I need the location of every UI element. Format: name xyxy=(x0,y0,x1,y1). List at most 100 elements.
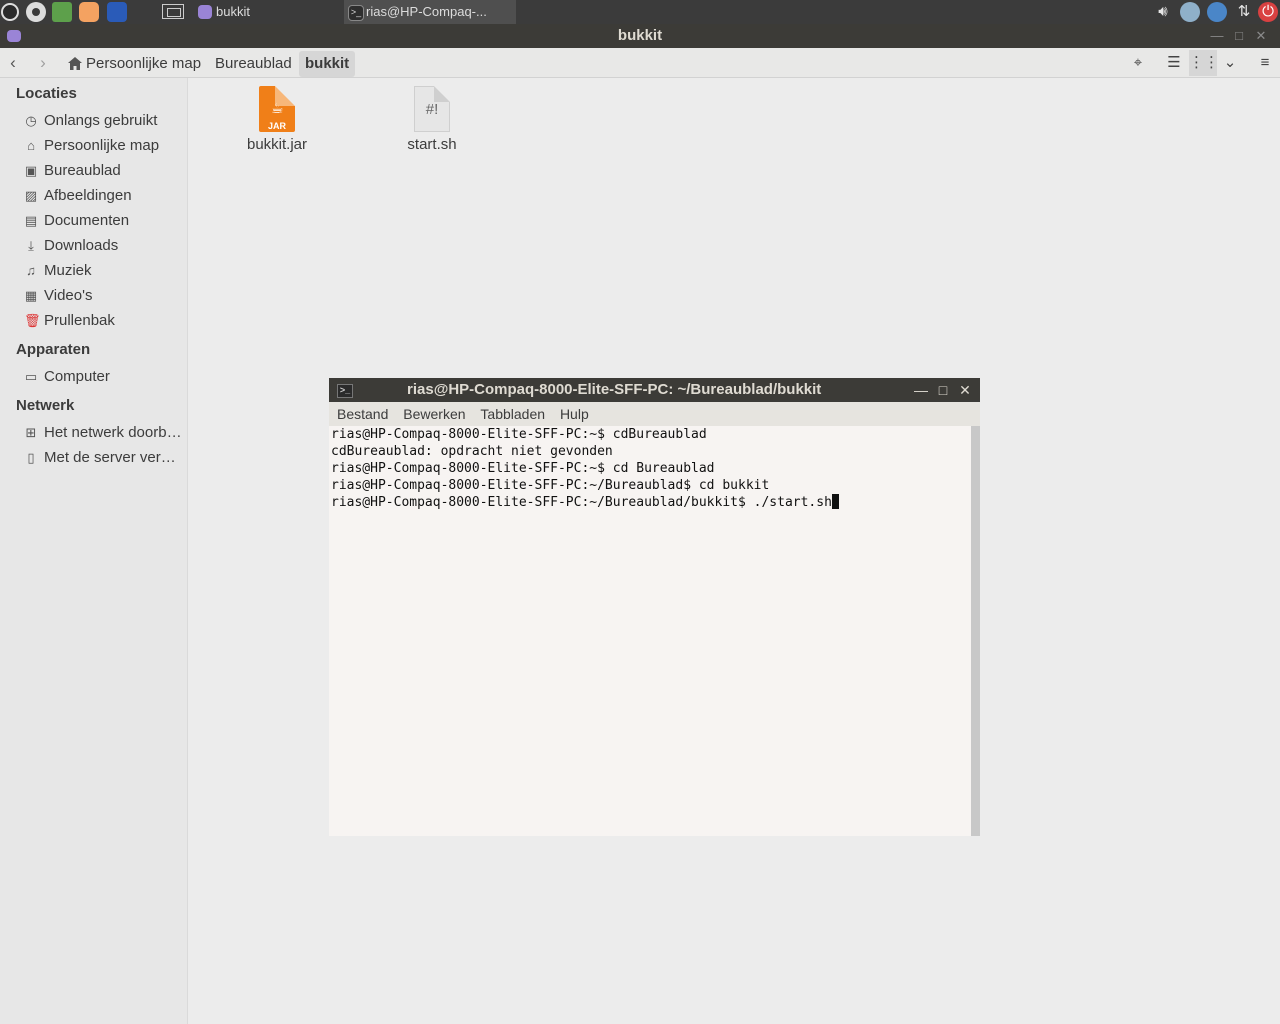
terminal-line: rias@HP-Compaq-8000-Elite-SFF-PC:~/Burea… xyxy=(331,478,770,493)
sidebar-item-label: Persoonlijke map xyxy=(44,137,160,154)
terminal-title: rias@HP-Compaq-8000-Elite-SFF-PC: ~/Bure… xyxy=(407,381,822,398)
minimize-button[interactable]: — xyxy=(1206,24,1228,48)
video-icon: ▦ xyxy=(24,288,38,303)
file-name: start.sh xyxy=(407,136,457,153)
close-button[interactable]: ✕ xyxy=(1250,24,1272,48)
file-badge: #! xyxy=(425,101,439,118)
hamburger-menu-icon[interactable]: ≡ xyxy=(1251,50,1279,76)
transfer-icon[interactable]: ⇅ xyxy=(1233,2,1255,22)
sidebar-heading-locaties: Locaties xyxy=(16,85,77,102)
taskbar-item-bukkit[interactable]: bukkit xyxy=(194,0,356,24)
files-app-icon xyxy=(7,30,21,42)
network-status-icon[interactable] xyxy=(1207,2,1227,22)
terminal-titlebar: >_ rias@HP-Compaq-8000-Elite-SFF-PC: ~/B… xyxy=(329,378,980,402)
sidebar-item-label: Afbeeldingen xyxy=(44,187,132,204)
terminal-line: cdBureaublad: opdracht niet gevonden xyxy=(331,444,613,459)
text-cursor xyxy=(831,494,839,509)
ubuntu-logo-icon[interactable] xyxy=(1,3,19,21)
breadcrumb-label: Bureaublad xyxy=(215,55,292,72)
menu-hulp[interactable]: Hulp xyxy=(560,402,589,426)
sidebar-heading-apparaten: Apparaten xyxy=(16,341,91,358)
maximize-button[interactable]: □ xyxy=(1228,24,1250,48)
window-title: bukkit xyxy=(617,27,663,44)
script-file-icon: #! xyxy=(414,86,450,132)
terminal-prompt-line: rias@HP-Compaq-8000-Elite-SFF-PC:~/Burea… xyxy=(329,494,971,511)
desktop-icon: ▣ xyxy=(24,163,38,178)
top-panel: bukkit >_ rias@HP-Compaq-... 🔊︎ ⇅ ⏻ xyxy=(0,0,1280,24)
terminal-scrollbar[interactable] xyxy=(971,426,980,836)
maximize-button[interactable]: □ xyxy=(932,378,954,402)
music-icon: ♫ xyxy=(26,263,36,278)
sidebar-item-label: Prullenbak xyxy=(44,312,115,329)
files-icon xyxy=(198,5,212,19)
window-titlebar: bukkit — □ ✕ xyxy=(0,24,1280,48)
sidebar: Locaties ◷ Onlangs gebruikt ⌂ Persoonlij… xyxy=(0,78,188,1024)
sidebar-item-browse-network[interactable]: ⊞ Het netwerk doorbladeren xyxy=(22,422,184,444)
chevron-down-icon[interactable]: ⌄ xyxy=(1216,50,1244,76)
sidebar-item-label: Met de server verbinden xyxy=(44,449,184,466)
file-badge: JAR xyxy=(267,121,286,131)
sidebar-heading-netwerk: Netwerk xyxy=(16,397,75,414)
java-cup-icon: ☕︎ xyxy=(271,100,284,116)
sidebar-item-documents[interactable]: ▤ Documenten xyxy=(22,210,184,232)
terminal-controls: — □ ✕ xyxy=(910,378,976,403)
sidebar-item-label: Bureaublad xyxy=(44,162,121,179)
grid-view-icon[interactable]: ⋮⋮ xyxy=(1189,50,1219,76)
sidebar-item-label: Het netwerk doorbladeren xyxy=(44,424,184,441)
breadcrumb-bukkit[interactable]: bukkit xyxy=(299,51,356,77)
taskbar-item-label: rias@HP-Compaq-... xyxy=(366,4,487,19)
file-item-bukkit-jar[interactable]: ☕︎ JAR bukkit.jar xyxy=(222,86,332,153)
jar-file-icon: ☕︎ JAR xyxy=(259,86,295,132)
sidebar-item-music[interactable]: ♫ Muziek xyxy=(22,260,184,282)
sidebar-item-pictures[interactable]: ▨ Afbeeldingen xyxy=(22,185,184,207)
sidebar-item-home[interactable]: ⌂ Persoonlijke map xyxy=(22,135,184,157)
breadcrumb-bureaublad[interactable]: Bureaublad xyxy=(209,51,298,77)
sidebar-item-downloads[interactable]: ⤓ Downloads xyxy=(22,235,184,257)
minimize-button[interactable]: — xyxy=(910,378,932,402)
terminal-line: rias@HP-Compaq-8000-Elite-SFF-PC:~/Burea… xyxy=(331,495,832,510)
sidebar-item-label: Downloads xyxy=(44,237,119,254)
location-icon[interactable]: ⌖ xyxy=(1124,50,1152,76)
server-icon: ▯ xyxy=(27,450,35,465)
volume-icon[interactable]: 🔊︎ xyxy=(1152,2,1174,22)
home-icon xyxy=(68,57,82,70)
sidebar-item-recent[interactable]: ◷ Onlangs gebruikt xyxy=(22,110,184,132)
sidebar-item-label: Video's xyxy=(44,287,93,304)
terminal-output[interactable]: rias@HP-Compaq-8000-Elite-SFF-PC:~$ cdBu… xyxy=(329,426,971,836)
window-controls: — □ ✕ xyxy=(1206,24,1272,48)
list-view-icon[interactable]: ☰ xyxy=(1160,50,1188,76)
forward-button[interactable]: › xyxy=(32,53,54,73)
sidebar-item-desktop[interactable]: ▣ Bureaublad xyxy=(22,160,184,182)
file-item-start-sh[interactable]: #! start.sh xyxy=(377,86,487,153)
terminal-line: rias@HP-Compaq-8000-Elite-SFF-PC:~$ cd B… xyxy=(331,461,715,476)
close-button[interactable]: ✕ xyxy=(954,378,976,402)
breadcrumb-home[interactable]: Persoonlijke map xyxy=(64,51,207,77)
breadcrumb-label: Persoonlijke map xyxy=(86,55,202,72)
sidebar-item-computer[interactable]: ▭ Computer xyxy=(22,366,184,388)
terminal-icon: >_ xyxy=(348,5,364,21)
menu-bestand[interactable]: Bestand xyxy=(337,402,388,426)
taskbar-item-terminal[interactable]: >_ rias@HP-Compaq-... xyxy=(344,0,516,24)
sidebar-item-label: Onlangs gebruikt xyxy=(44,112,158,129)
terminal-line: rias@HP-Compaq-8000-Elite-SFF-PC:~$ cdBu… xyxy=(331,427,707,442)
terminal-menubar: Bestand Bewerken Tabbladen Hulp xyxy=(329,402,980,426)
power-icon[interactable]: ⏻ xyxy=(1258,2,1278,22)
files-icon[interactable] xyxy=(79,2,99,22)
sidebar-item-connect-server[interactable]: ▯ Met de server verbinden xyxy=(22,447,184,469)
chrome-icon[interactable] xyxy=(26,2,46,22)
clock-icon: ◷ xyxy=(25,113,37,128)
sidebar-item-trash[interactable]: 🗑︎ Prullenbak xyxy=(22,310,184,332)
show-desktop-icon[interactable] xyxy=(162,4,184,19)
sidebar-item-videos[interactable]: ▦ Video's xyxy=(22,285,184,307)
toolbar: ‹ › Persoonlijke map Bureaublad bukkit ⌖… xyxy=(0,48,1280,78)
menu-tabbladen[interactable]: Tabbladen xyxy=(480,402,545,426)
minecraft-creeper-icon[interactable] xyxy=(52,2,72,22)
sidebar-item-label: Documenten xyxy=(44,212,130,229)
window-icon[interactable] xyxy=(107,2,127,22)
pidgin-icon[interactable] xyxy=(1180,2,1200,22)
menu-bewerken[interactable]: Bewerken xyxy=(403,402,465,426)
home-icon: ⌂ xyxy=(27,138,35,153)
breadcrumb-label: bukkit xyxy=(305,55,350,72)
sidebar-item-label: Computer xyxy=(44,368,110,385)
back-button[interactable]: ‹ xyxy=(2,53,24,73)
